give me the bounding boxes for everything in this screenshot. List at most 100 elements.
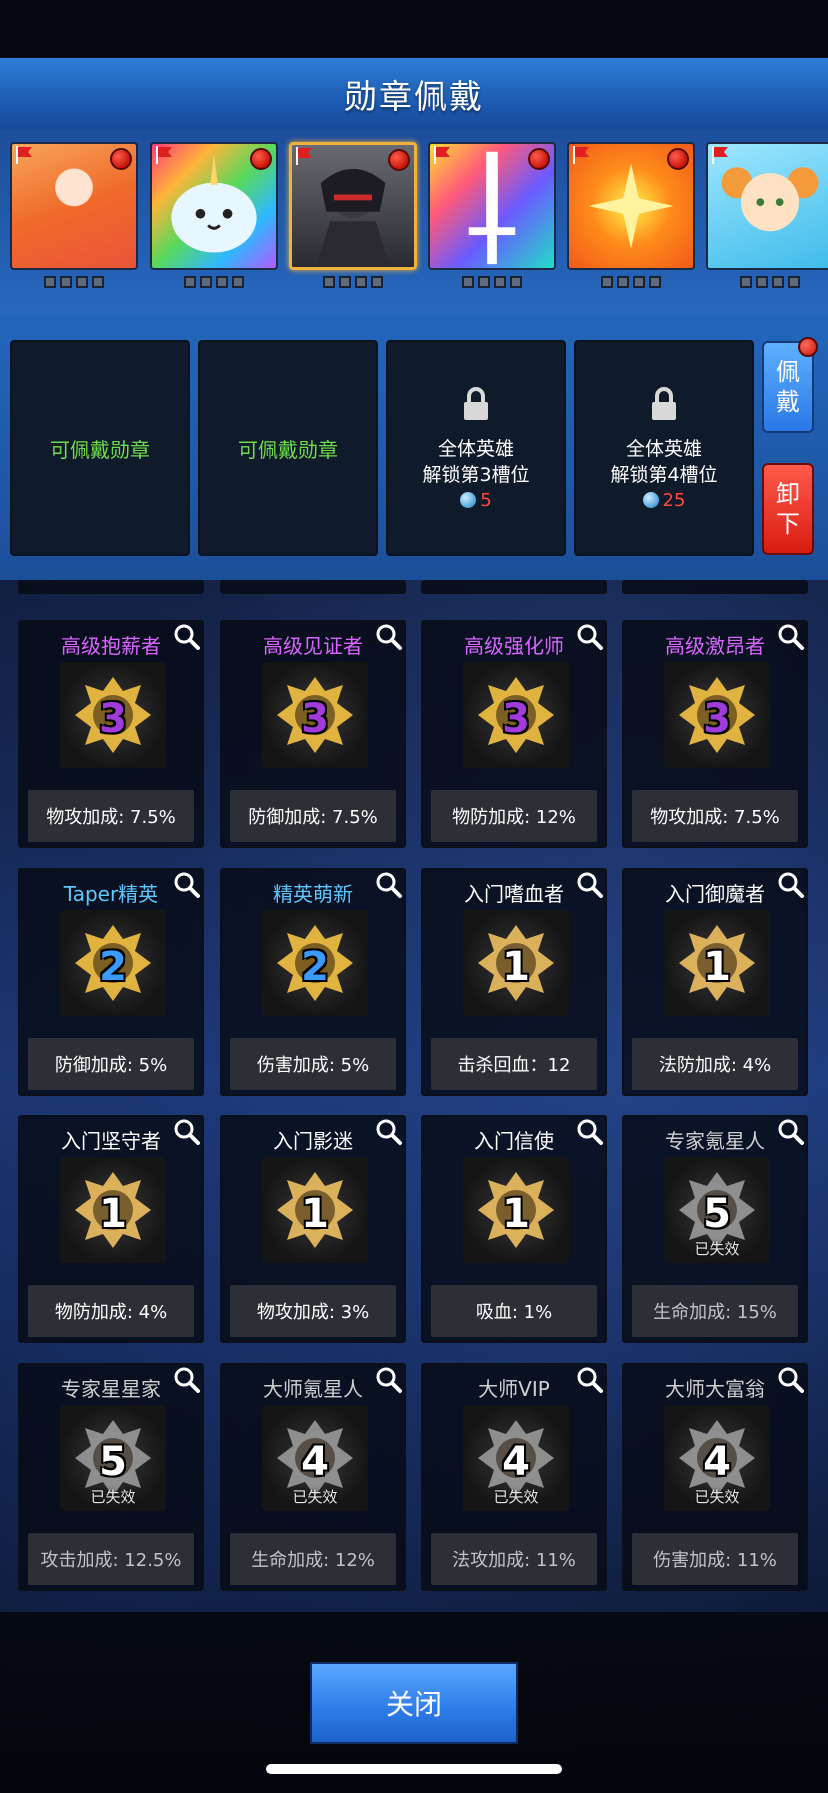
magnifier-icon[interactable] <box>172 1365 202 1395</box>
medal-card[interactable]: 专家氪星人 5 已失效 生命加成: 15% <box>622 1115 808 1343</box>
close-button[interactable]: 关闭 <box>310 1662 518 1744</box>
badge-slots <box>150 276 278 288</box>
medal-level: 1 <box>99 1191 127 1237</box>
medal-level: 2 <box>301 944 329 990</box>
medal-emblem: 4 已失效 <box>463 1405 569 1511</box>
medal-card[interactable]: 入门御魔者 1 法防加成: 4% <box>622 868 808 1096</box>
medal-card[interactable]: 入门影迷 1 物攻加成: 3% <box>220 1115 406 1343</box>
flag-icon <box>573 146 589 164</box>
unlock-cost: 5 <box>460 490 492 511</box>
medal-emblem: 4 已失效 <box>664 1405 770 1511</box>
medal-card[interactable]: 大师大富翁 4 已失效 伤害加成: 11% <box>622 1363 808 1591</box>
magnifier-icon[interactable] <box>172 622 202 652</box>
magnifier-icon[interactable] <box>776 1365 806 1395</box>
medal-card[interactable]: 高级强化师 3 物防加成: 12% <box>421 620 607 848</box>
magnifier-icon[interactable] <box>575 1117 605 1147</box>
remove-button[interactable]: 卸 下 <box>762 463 814 555</box>
medal-card[interactable]: Taper精英 2 防御加成: 5% <box>18 868 204 1096</box>
magnifier-icon[interactable] <box>172 1117 202 1147</box>
medal-emblem: 1 <box>463 1157 569 1263</box>
medal-card[interactable]: 专家星星家 5 已失效 攻击加成: 12.5% <box>18 1363 204 1591</box>
hero-card-6[interactable] <box>706 142 828 294</box>
magnifier-icon[interactable] <box>575 1365 605 1395</box>
magnifier-icon[interactable] <box>374 1365 404 1395</box>
medal-card[interactable]: 入门嗜血者 1 击杀回血：12 <box>421 868 607 1096</box>
medal-card[interactable]: 大师氪星人 4 已失效 生命加成: 12% <box>220 1363 406 1591</box>
expired-label: 已失效 <box>493 1488 539 1506</box>
medal-bonus: 物攻加成: 3% <box>230 1285 396 1337</box>
equip-slot-2[interactable]: 可佩戴勋章 <box>198 340 378 556</box>
remove-label-2: 下 <box>776 510 800 538</box>
medal-card[interactable]: 高级见证者 3 防御加成: 7.5% <box>220 620 406 848</box>
medal-emblem: 4 已失效 <box>262 1405 368 1511</box>
equip-slot-label: 可佩戴勋章 <box>238 437 338 462</box>
medal-card[interactable]: 高级激昂者 3 物攻加成: 7.5% <box>622 620 808 848</box>
magnifier-icon[interactable] <box>776 622 806 652</box>
medal-bonus: 物防加成: 12% <box>431 790 597 842</box>
hero-portrait <box>428 142 556 270</box>
medal-card[interactable]: 入门坚守者 1 物防加成: 4% <box>18 1115 204 1343</box>
medal-level: 4 <box>301 1439 329 1485</box>
medal-card[interactable]: 高级抱薪者 3 物攻加成: 7.5% <box>18 620 204 848</box>
medal-emblem: 1 <box>262 1157 368 1263</box>
expired-label: 已失效 <box>694 1240 740 1258</box>
hero-selector <box>0 130 828 316</box>
unlock-line2: 解锁第3槽位 <box>422 463 530 486</box>
flag-icon <box>16 146 32 164</box>
hero-card-4[interactable] <box>428 142 556 294</box>
magnifier-icon[interactable] <box>575 870 605 900</box>
medal-emblem: 2 <box>60 910 166 1016</box>
medal-level: 3 <box>99 696 127 742</box>
medal-emblem: 3 <box>664 662 770 768</box>
cost-value: 25 <box>662 489 686 511</box>
badge-slots <box>289 276 417 288</box>
medal-emblem: 3 <box>463 662 569 768</box>
hero-portrait <box>289 142 417 270</box>
lock-icon <box>464 386 488 420</box>
magnifier-icon[interactable] <box>172 870 202 900</box>
hero-card-5[interactable] <box>567 142 695 294</box>
medal-level: 1 <box>703 944 731 990</box>
notification-dot <box>110 148 132 170</box>
wear-label-1: 佩 <box>776 358 800 386</box>
flag-icon <box>296 147 312 165</box>
medal-level: 5 <box>99 1439 127 1485</box>
notification-dot <box>798 337 818 357</box>
medal-bonus: 击杀回血：12 <box>431 1038 597 1090</box>
equip-slot-label: 可佩戴勋章 <box>50 437 150 462</box>
magnifier-icon[interactable] <box>374 1117 404 1147</box>
home-indicator[interactable] <box>266 1764 562 1774</box>
equip-slot-1[interactable]: 可佩戴勋章 <box>10 340 190 556</box>
hero-portrait <box>706 142 828 270</box>
medal-bonus: 伤害加成: 5% <box>230 1038 396 1090</box>
medal-bonus: 生命加成: 15% <box>632 1285 798 1337</box>
magnifier-icon[interactable] <box>374 870 404 900</box>
medal-bonus: 防御加成: 7.5% <box>230 790 396 842</box>
magnifier-icon[interactable] <box>776 870 806 900</box>
medal-bonus: 物攻加成: 7.5% <box>632 790 798 842</box>
gem-icon <box>460 492 477 508</box>
medal-level: 5 <box>703 1191 731 1237</box>
medal-bonus: 物防加成: 4% <box>28 1285 194 1337</box>
medal-level: 3 <box>703 696 731 742</box>
medal-bonus: 法攻加成: 11% <box>431 1533 597 1585</box>
flag-icon <box>434 146 450 164</box>
medal-bonus: 物攻加成: 7.5% <box>28 790 194 842</box>
medal-card[interactable]: 精英萌新 2 伤害加成: 5% <box>220 868 406 1096</box>
medal-card[interactable]: 入门信使 1 吸血: 1% <box>421 1115 607 1343</box>
hero-card-3-selected[interactable] <box>289 142 417 294</box>
magnifier-icon[interactable] <box>575 622 605 652</box>
equip-slot-3-locked[interactable]: 全体英雄 解锁第3槽位 5 <box>386 340 566 556</box>
medal-emblem: 5 已失效 <box>60 1405 166 1511</box>
magnifier-icon[interactable] <box>776 1117 806 1147</box>
medal-emblem: 1 <box>664 910 770 1016</box>
expired-label: 已失效 <box>90 1488 136 1506</box>
medal-emblem: 3 <box>60 662 166 768</box>
equip-slot-4-locked[interactable]: 全体英雄 解锁第4槽位 25 <box>574 340 754 556</box>
wear-button[interactable]: 佩 戴 <box>762 337 818 433</box>
hero-card-2[interactable] <box>150 142 278 294</box>
hero-card-1[interactable] <box>10 142 138 294</box>
medal-card[interactable]: 大师VIP 4 已失效 法攻加成: 11% <box>421 1363 607 1591</box>
magnifier-icon[interactable] <box>374 622 404 652</box>
notification-dot <box>388 149 410 171</box>
